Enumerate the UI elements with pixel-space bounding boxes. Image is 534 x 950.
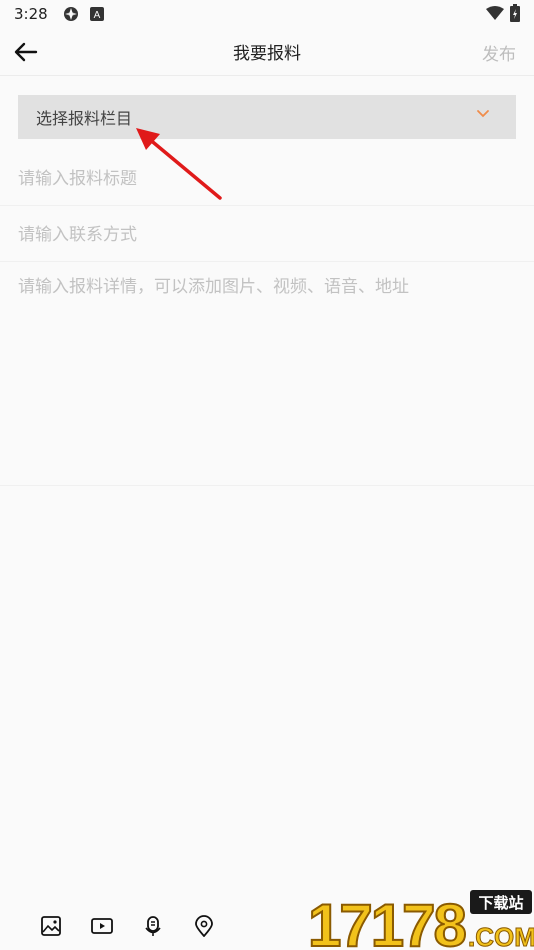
watermark-badge: 下载站 (478, 894, 523, 912)
status-time: 3:28 (14, 5, 48, 23)
back-arrow-icon (14, 42, 38, 62)
title-placeholder: 请输入报料标题 (18, 169, 137, 189)
column-select-dropdown[interactable]: 选择报料栏目 (18, 95, 516, 139)
contact-placeholder: 请输入联系方式 (18, 225, 137, 245)
app-bar: 我要报料 发布 (0, 28, 534, 76)
contact-input[interactable]: 请输入联系方式 (0, 208, 534, 262)
microphone-icon[interactable] (142, 915, 164, 937)
chevron-down-icon (477, 110, 489, 118)
publish-button[interactable]: 发布 (482, 40, 516, 65)
column-select-label: 选择报料栏目 (36, 109, 133, 128)
title-input[interactable]: 请输入报料标题 (0, 154, 534, 206)
detail-placeholder: 请输入报料详情，可以添加图片、视频、语音、地址 (18, 277, 409, 297)
wifi-icon (486, 6, 504, 24)
battery-icon (510, 4, 520, 26)
sync-icon (62, 5, 80, 23)
notification-a-icon: A (89, 7, 104, 21)
watermark-logo: 17178 下载站 .COM (307, 890, 534, 950)
watermark-number: 17178 (308, 892, 465, 950)
location-pin-icon[interactable] (193, 915, 215, 937)
back-button[interactable] (12, 38, 40, 66)
image-icon[interactable] (40, 915, 62, 937)
status-bar: 3:28 A (0, 0, 534, 28)
watermark-domain: .COM (468, 922, 534, 950)
media-toolbar (0, 900, 300, 950)
detail-textarea[interactable]: 请输入报料详情，可以添加图片、视频、语音、地址 (0, 264, 534, 486)
page-title: 我要报料 (233, 44, 301, 64)
notification-letter: A (93, 10, 100, 21)
video-icon[interactable] (91, 915, 113, 937)
